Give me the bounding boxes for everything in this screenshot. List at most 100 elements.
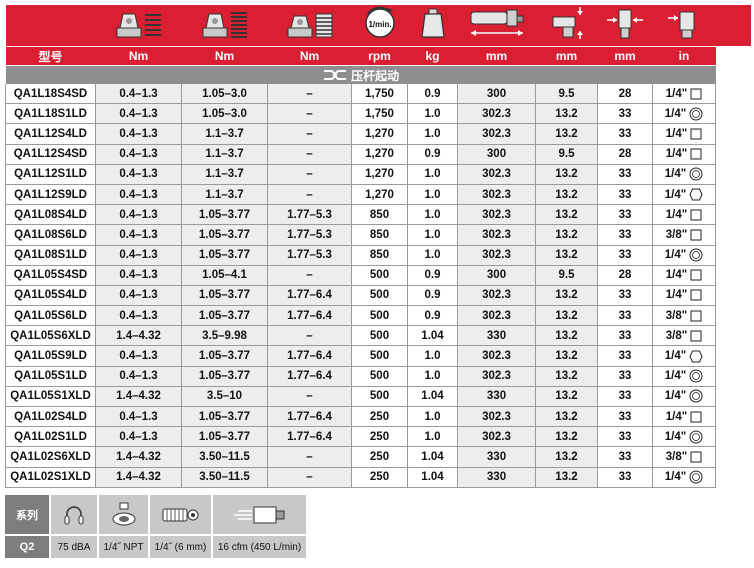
series-value: Q2: [5, 534, 51, 558]
torque1-cell: 0.4–1.3: [95, 84, 182, 105]
speed-cell: 500: [351, 366, 408, 387]
table-row: QA1L05S6LD 0.4–1.3 1.05–3.77 1.77–6.4 500 0.9…: [5, 305, 751, 327]
torque3-unit: Nm: [267, 46, 352, 66]
drive-hex-icon: [689, 350, 703, 363]
drive-size: 3/8": [665, 228, 688, 241]
torque3-cell: 1.77–6.4: [267, 345, 352, 367]
stub-cell: [715, 204, 751, 225]
torque1-cell: 0.4–1.3: [95, 184, 182, 206]
drive-hex-icon: [689, 188, 703, 201]
stub-cell: [715, 386, 751, 407]
speed-cell: 1,270: [351, 164, 408, 185]
dim-a-cell: 13.2: [535, 123, 598, 145]
drive-cell: 1/4": [652, 265, 716, 286]
dim-b-cell: 33: [597, 285, 653, 307]
table-row: QA1L18S1LD 0.4–1.3 1.05–3.0–1,750 1.0 302.3 1…: [5, 103, 751, 125]
torque2-unit: Nm: [181, 46, 268, 66]
angle-drive-icon: [652, 5, 716, 47]
drive-size: 1/4": [664, 370, 687, 383]
dim-b-cell: 28: [597, 144, 653, 165]
icon-row: 1/min.: [5, 5, 751, 47]
dim-a-cell: 13.2: [535, 325, 598, 347]
torque3-cell: 1.77–6.4: [267, 366, 352, 387]
stub-cell: [715, 84, 751, 104]
table-row: QA1L05S4SD 0.4–1.3 1.05–4.1–500 0.9 300 9.5 28…: [5, 265, 751, 286]
torque2-cell: 1.05–3.77: [181, 245, 268, 266]
stub-cell: [715, 467, 751, 488]
speed-cell: 500: [351, 345, 408, 367]
model-cell: QA1L18S4SD: [5, 84, 96, 105]
table-row: QA1L05S9LD 0.4–1.3 1.05–3.77 1.77–6.4 500 1.0…: [5, 345, 751, 367]
torque2-cell: 1.1–3.7: [181, 164, 268, 185]
length-unit: mm: [457, 46, 536, 66]
model-cell: QA1L08S1LD: [5, 245, 96, 266]
speed-cell: 500: [351, 305, 408, 327]
weight-cell: 1.04: [407, 325, 458, 347]
dim-a-cell: 13.2: [535, 285, 598, 307]
drive-cell: 1/4": [652, 84, 716, 105]
torque1-cell: 0.4–1.3: [95, 345, 182, 367]
drive-size: 1/4": [664, 168, 687, 181]
model-cell: QA1L08S6LD: [5, 224, 96, 246]
length-cell: 302.3: [457, 245, 536, 266]
torque1-cell: 0.4–1.3: [95, 406, 182, 428]
angle-head-height-icon: [535, 5, 598, 47]
weight-cell: 0.9: [407, 305, 458, 327]
drive-round-icon: [689, 107, 703, 121]
model-cell: QA1L02S1LD: [5, 426, 96, 448]
torque2-cell: 1.05–3.0: [181, 103, 268, 125]
torque1-cell: 0.4–1.3: [95, 123, 182, 145]
speed-cell: 1,270: [351, 123, 408, 145]
weight-cell: 1.0: [407, 426, 458, 448]
speed-unit: rpm: [351, 46, 408, 66]
torque2-cell: 1.05–4.1: [181, 265, 268, 286]
torque3-cell: –: [267, 164, 352, 185]
dim-b-cell: 33: [597, 467, 653, 488]
weight-cell: 1.0: [407, 224, 458, 246]
dim-b-cell: 33: [597, 325, 653, 347]
angle-head-width-icon: [597, 5, 653, 47]
torque3-cell: –: [267, 386, 352, 408]
length-cell: 330: [457, 446, 536, 468]
air-inlet-icon: [99, 495, 150, 534]
stub-cell: [715, 305, 751, 326]
table-row: QA1L05S6XLD 1.4–4.32 3.5–9.98–500 1.04 330 13…: [5, 325, 751, 347]
model-cell: QA1L05S4SD: [5, 265, 96, 286]
drive-size: 1/4": [665, 289, 688, 302]
table-row: QA1L12S9LD 0.4–1.3 1.1–3.7–1,270 1.0 302.3 13…: [5, 184, 751, 206]
length-cell: 302.3: [457, 123, 536, 145]
stub-cell: [715, 5, 751, 47]
drive-square-icon: [690, 269, 702, 281]
dim-b-cell: 33: [597, 426, 653, 448]
torque2-cell: 3.5–9.98: [181, 325, 268, 347]
dim-b-cell: 33: [597, 245, 653, 266]
length-cell: 302.3: [457, 103, 536, 125]
torque3-cell: 1.77–6.4: [267, 305, 352, 327]
table-row: QA1L18S4SD 0.4–1.3 1.05–3.0–1,750 0.9 300 9.5…: [5, 84, 751, 105]
torque2-cell: 1.05–3.77: [181, 345, 268, 367]
dim-a-cell: 9.5: [535, 144, 598, 165]
units-row: 型号 Nm Nm Nm rpm kg mm mm mm in: [5, 46, 751, 66]
air-value: 16 cfm (450 L/min): [213, 534, 308, 558]
torque3-cell: 1.77–6.4: [267, 406, 352, 428]
drive-cell: 1/4": [652, 467, 716, 488]
drive-cell: 1/4": [652, 144, 716, 165]
weight-cell: 1.0: [407, 345, 458, 367]
drive-cell: 1/4": [652, 366, 716, 387]
speed-cell: 250: [351, 426, 408, 448]
dim-b-cell: 33: [597, 224, 653, 246]
hose-value: 1/4˝ (6 mm): [150, 534, 213, 558]
dim-a-cell: 13.2: [535, 245, 598, 266]
length-cell: 302.3: [457, 164, 536, 185]
model-cell: QA1L02S4LD: [5, 406, 96, 428]
model-cell: QA1L02S1XLD: [5, 467, 96, 488]
stub-cell: [715, 224, 751, 245]
torque3-cell: –: [267, 467, 352, 488]
table-row: QA1L08S6LD 0.4–1.3 1.05–3.77 1.77–5.3 850 1.0…: [5, 224, 751, 246]
dim-a-unit: mm: [535, 46, 598, 66]
speed-cell: 1,750: [351, 84, 408, 105]
stub-cell: [715, 265, 751, 286]
torque1-cell: 0.4–1.3: [95, 144, 182, 165]
series-label: 系列: [5, 495, 51, 534]
stub-cell: [715, 325, 751, 346]
